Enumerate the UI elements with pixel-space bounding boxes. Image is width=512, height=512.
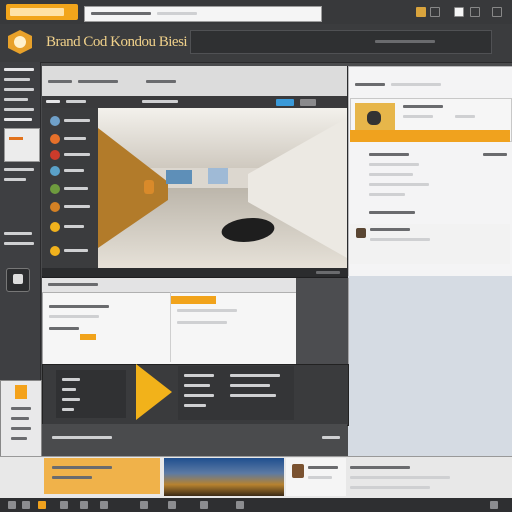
taskbar-app-icon[interactable] — [100, 501, 108, 509]
profile-icon[interactable] — [454, 7, 464, 17]
taskbar-app-icon[interactable] — [236, 501, 244, 509]
share-button[interactable] — [276, 99, 294, 106]
landscape-thumbnail[interactable] — [164, 458, 284, 496]
sidebar-item[interactable] — [4, 88, 34, 91]
help-icon[interactable] — [6, 268, 30, 292]
viewer-status-bar — [42, 268, 347, 276]
item-icon[interactable] — [50, 222, 60, 232]
item-icon[interactable] — [50, 246, 60, 256]
taskbar-app-icon[interactable] — [200, 501, 208, 509]
sidebar-bottom-card[interactable] — [0, 380, 42, 460]
menu-icon[interactable] — [430, 7, 440, 17]
item-icon[interactable] — [50, 150, 60, 160]
avatar — [356, 228, 366, 238]
right-comment-card[interactable] — [350, 224, 510, 264]
bottom-metadata — [350, 462, 500, 492]
taskbar — [0, 498, 512, 512]
options-button[interactable] — [300, 99, 316, 106]
active-tab-label-bar — [10, 8, 64, 16]
bottom-info-card[interactable] — [286, 458, 346, 496]
viewer-toolbar — [42, 66, 347, 97]
right-empty-area — [348, 276, 512, 456]
item-icon[interactable] — [50, 202, 60, 212]
corridor-preview-image — [98, 108, 347, 268]
taskbar-app-icon[interactable] — [22, 501, 30, 509]
taskbar-app-icon[interactable] — [140, 501, 148, 509]
taskbar-app-icon[interactable] — [80, 501, 88, 509]
taskbar-app-icon[interactable] — [38, 501, 46, 509]
properties-tab-active[interactable] — [170, 296, 216, 304]
bottom-card-orange[interactable] — [44, 458, 160, 494]
sidebar-item[interactable] — [4, 168, 34, 171]
sidebar-item[interactable] — [4, 178, 26, 181]
right-highlight-bar[interactable] — [350, 130, 510, 142]
panel-divider — [170, 292, 171, 362]
avatar — [292, 464, 304, 478]
media-footer — [42, 424, 347, 454]
media-details — [178, 366, 294, 420]
item-icon[interactable] — [50, 184, 60, 194]
sidebar-item[interactable] — [4, 98, 28, 101]
properties-tag[interactable] — [80, 334, 96, 340]
sidebar-item[interactable] — [4, 118, 32, 121]
settings-icon[interactable] — [470, 7, 480, 17]
sidebar-item[interactable] — [4, 242, 34, 245]
extension-icon[interactable] — [416, 7, 426, 17]
sidebar-item[interactable] — [4, 68, 34, 71]
taskbar-app-icon[interactable] — [60, 501, 68, 509]
sidebar-item[interactable] — [4, 78, 30, 81]
taskbar-app-icon[interactable] — [168, 501, 176, 509]
item-icon[interactable] — [50, 166, 60, 176]
close-icon[interactable] — [492, 7, 502, 17]
app-title: Brand Cod Kondou Biesi — [46, 34, 188, 50]
header-search-input[interactable] — [190, 30, 492, 54]
sidebar-card[interactable] — [4, 128, 40, 162]
media-list — [56, 370, 126, 418]
properties-sidebar — [296, 278, 348, 364]
address-bar[interactable] — [84, 6, 322, 22]
start-icon[interactable] — [8, 501, 16, 509]
sidebar-item[interactable] — [4, 232, 32, 235]
logo-center — [14, 36, 26, 48]
item-icon[interactable] — [50, 116, 60, 126]
sidebar-item[interactable] — [4, 108, 34, 111]
notification-icon[interactable] — [490, 501, 498, 509]
item-icon[interactable] — [50, 134, 60, 144]
viewer-side-list — [42, 108, 98, 268]
